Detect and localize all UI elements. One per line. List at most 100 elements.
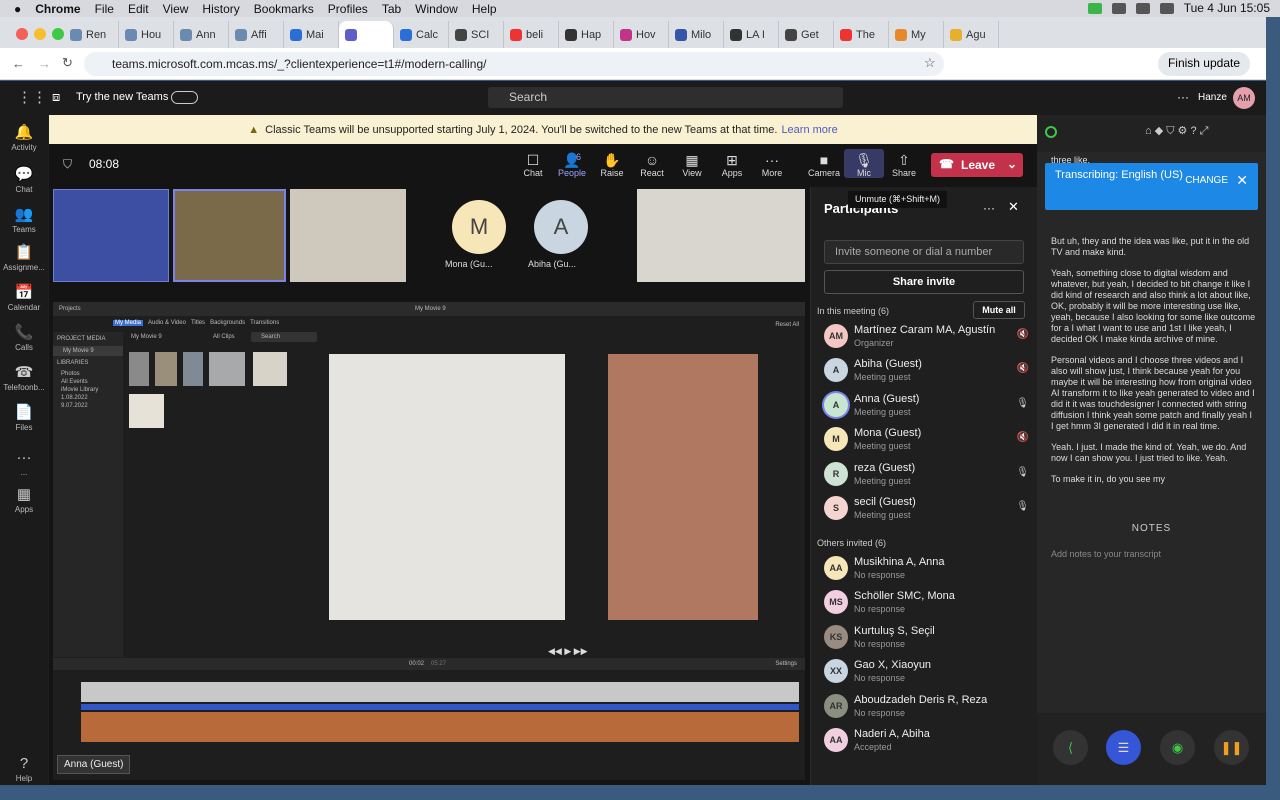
menu-item[interactable]: History	[202, 2, 239, 16]
browser-tab[interactable]: Ann	[174, 21, 229, 48]
add-notes-field[interactable]: Add notes to your transcript	[1051, 549, 1161, 559]
menu-item[interactable]: Help	[472, 2, 497, 16]
browser-tab[interactable]: Hap	[559, 21, 614, 48]
menu-item[interactable]: Tab	[382, 2, 401, 16]
mic-muted-icon[interactable]: 🔇	[1017, 329, 1029, 340]
browser-tab[interactable]: Milo	[669, 21, 724, 48]
browser-tab[interactable]: The	[834, 21, 889, 48]
toolbar-view-button[interactable]: ▦ View	[672, 152, 712, 178]
timeline-settings[interactable]: Settings	[775, 661, 797, 667]
in-meeting-header[interactable]: In this meeting (6)	[817, 306, 889, 316]
participant-row[interactable]: A Abiha (Guest) Meeting guest 🔇	[824, 355, 1029, 388]
menu-item[interactable]: View	[163, 2, 189, 16]
imovie-tab[interactable]: My Media	[113, 320, 144, 326]
browser-tab[interactable]: Hov	[614, 21, 669, 48]
mute-all-button[interactable]: Mute all	[973, 301, 1025, 319]
change-language-button[interactable]: CHANGE	[1185, 175, 1228, 186]
org-name[interactable]: Hanze	[1198, 92, 1227, 103]
browser-tab[interactable]: Get	[779, 21, 834, 48]
rail-item[interactable]: ···...	[0, 449, 48, 477]
participant-video[interactable]	[53, 189, 169, 282]
video-track-main[interactable]	[81, 712, 799, 742]
browser-tab[interactable]: Mai	[284, 21, 339, 48]
play-icon[interactable]: ◀◀ ▶ ▶▶	[548, 646, 588, 657]
browser-tab[interactable]: Agu	[944, 21, 999, 48]
menu-item[interactable]: Profiles	[328, 2, 368, 16]
facetime-icon[interactable]	[1087, 2, 1102, 14]
mic-muted-icon[interactable]: 🔇	[1017, 363, 1029, 374]
extension-icons[interactable]: ⌂ ◆ ⛉ ⚙ ? ⤢	[1145, 124, 1208, 138]
toolbar-people-button[interactable]: 👤 People 6	[552, 152, 592, 178]
clock[interactable]: Tue 4 Jun 15:05	[1184, 1, 1270, 15]
library-item[interactable]: Photos	[53, 370, 123, 378]
participant-row[interactable]: AM Martínez Caram MA, Agustín Organizer 🔇	[824, 321, 1029, 354]
browser-tab[interactable]	[339, 21, 394, 48]
participant-row[interactable]: AR Aboudzadeh Deris R, Reza No response	[824, 691, 1029, 724]
my-avatar[interactable]: AM	[1233, 87, 1255, 109]
finish-update-button[interactable]: Finish update	[1157, 52, 1250, 76]
leave-button[interactable]: Leave ☎ ⌄	[931, 153, 1023, 177]
menu-item[interactable]: Edit	[128, 2, 149, 16]
toolbar-raise-button[interactable]: ✋ Raise	[592, 152, 632, 178]
project-item[interactable]: My Movie 9	[53, 346, 123, 356]
imovie-tab[interactable]: Titles	[191, 320, 205, 326]
shield-icon[interactable]: ⛉	[63, 157, 72, 172]
browser-tab[interactable]: beli	[504, 21, 559, 48]
participant-avatar[interactable]: A	[534, 200, 588, 254]
rail-item[interactable]: 💬 Chat	[0, 165, 48, 194]
chevron-down-icon[interactable]: ⌄	[1007, 157, 1017, 171]
video-track-top[interactable]	[81, 682, 799, 702]
rail-item[interactable]: 📄 Files	[0, 403, 48, 432]
imovie-tab[interactable]: Backgrounds	[210, 320, 245, 326]
library-item[interactable]: All Events	[53, 378, 123, 386]
library-item[interactable]: iMovie Library	[53, 386, 123, 394]
rail-item[interactable]: 📋 Assignme...	[0, 243, 48, 272]
toolbar-react-button[interactable]: ☺ React	[632, 152, 672, 178]
wifi-icon[interactable]	[1135, 2, 1150, 14]
more-options-icon[interactable]: ···	[1177, 90, 1189, 104]
participant-row[interactable]: AA Naderi A, Abiha Accepted	[824, 725, 1029, 758]
participant-video[interactable]	[290, 189, 406, 282]
browser-tab[interactable]: Calc	[394, 21, 449, 48]
participant-avatar[interactable]: M	[452, 200, 506, 254]
invite-input[interactable]: Invite someone or dial a number	[824, 240, 1024, 264]
library-item[interactable]: 1.08.2022	[53, 394, 123, 402]
rail-item[interactable]: 📅 Calendar	[0, 283, 48, 312]
rail-item[interactable]: ▦ Apps	[0, 485, 48, 514]
new-teams-toggle[interactable]	[171, 91, 198, 104]
projects-button[interactable]: Projects	[59, 306, 81, 312]
toolbar-camera-button[interactable]: ■ Camera	[804, 152, 844, 178]
close-window-icon[interactable]	[16, 28, 28, 40]
document-icon[interactable]: ☰	[1106, 730, 1141, 765]
camera-icon[interactable]: ◉	[1160, 730, 1195, 765]
reset-all[interactable]: Reset All	[775, 322, 799, 328]
all-clips[interactable]: All Clips	[213, 334, 235, 340]
learn-more-link[interactable]: Learn more	[781, 124, 837, 136]
share-invite-button[interactable]: Share invite	[824, 270, 1024, 294]
rail-item[interactable]: ? Help	[0, 755, 48, 783]
participant-row[interactable]: AA Musikhina A, Anna No response	[824, 553, 1029, 586]
forward-icon[interactable]: →	[38, 56, 51, 71]
participant-row[interactable]: KS Kurtuluş S, Seçil No response	[824, 622, 1029, 655]
zoom-window-icon[interactable]	[52, 28, 64, 40]
share-icon[interactable]: ⟨	[1053, 730, 1088, 765]
participant-row[interactable]: MS Schöller SMC, Mona No response	[824, 587, 1029, 620]
browser-tab[interactable]: My	[889, 21, 944, 48]
toolbar-mic-button[interactable]: 🎙 Mic	[844, 149, 884, 178]
search-input[interactable]: Search	[488, 87, 843, 108]
menu-item[interactable]: File	[95, 2, 114, 16]
library-item[interactable]: 9.07.2022	[53, 402, 123, 410]
more-icon[interactable]: ···	[983, 201, 995, 215]
app-launcher-icon[interactable]: ⋮⋮	[17, 88, 47, 106]
participant-row[interactable]: A Anna (Guest) Meeting guest 🎙	[824, 390, 1029, 423]
rail-item[interactable]: ☎ Telefoonb...	[0, 363, 48, 392]
menu-item[interactable]: Window	[415, 2, 458, 16]
others-invited-header[interactable]: Others invited (6)	[817, 538, 886, 548]
imovie-tab[interactable]: Transitions	[250, 320, 279, 326]
pause-icon[interactable]: ❚❚	[1214, 730, 1249, 765]
audio-track[interactable]	[81, 704, 799, 710]
imovie-search[interactable]: Search	[251, 332, 317, 342]
minimize-window-icon[interactable]	[34, 28, 46, 40]
participant-row[interactable]: M Mona (Guest) Meeting guest 🔇	[824, 424, 1029, 457]
participant-video[interactable]	[637, 189, 805, 282]
